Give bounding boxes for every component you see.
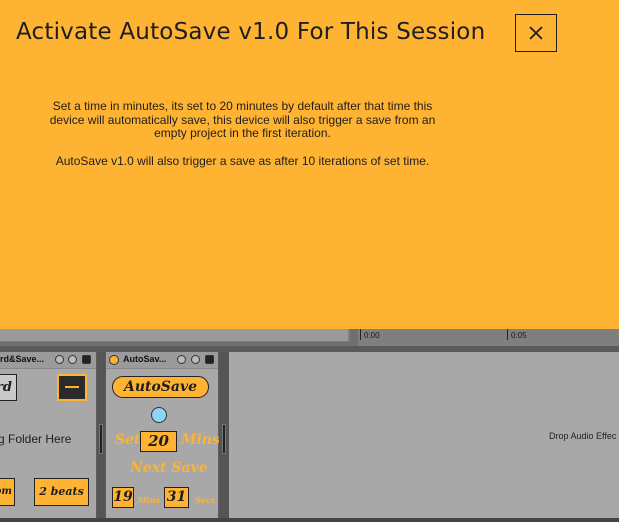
resize-handle[interactable]: [222, 424, 226, 454]
set-minutes-input[interactable]: 20: [140, 431, 177, 452]
description-paragraph-2: AutoSave v1.0 will also trigger a save a…: [55, 153, 430, 168]
beats-selector[interactable]: 2 beats: [34, 478, 89, 506]
resize-handle[interactable]: [99, 424, 103, 454]
time-ruler[interactable]: 0:00 0:05: [358, 329, 619, 346]
save-icon[interactable]: [205, 355, 214, 364]
fold-icon[interactable]: [55, 355, 64, 364]
minus-button[interactable]: [57, 374, 87, 401]
next-minutes-display: 19: [112, 487, 134, 508]
arrangement-timeline: 0:00 0:05: [0, 329, 619, 346]
device-power-icon[interactable]: [109, 355, 119, 365]
set-label: Set: [115, 432, 141, 448]
time-tick: 0:05: [507, 329, 527, 340]
mins-label: Mins: [181, 432, 220, 448]
record-save-device: rd&Save... rd g Folder Here om 2 beats: [0, 352, 96, 518]
bottom-edge: [0, 518, 619, 522]
zoom-button[interactable]: om: [0, 478, 15, 506]
device-header: rd&Save...: [0, 352, 96, 369]
fold-icon[interactable]: [177, 355, 186, 364]
device-header: AutoSav...: [106, 352, 218, 369]
next-mins-unit: Mins: [138, 495, 161, 505]
dialog-title: Activate AutoSave v1.0 For This Session: [16, 19, 486, 45]
status-led: [151, 407, 167, 423]
close-icon: [529, 26, 543, 40]
settings-icon[interactable]: [191, 355, 200, 364]
record-button[interactable]: rd: [0, 374, 17, 401]
scroll-region[interactable]: [0, 329, 350, 342]
device-name: rd&Save...: [0, 354, 45, 364]
folder-drop-zone[interactable]: g Folder Here: [0, 432, 71, 446]
device-divider: [219, 352, 229, 518]
save-icon[interactable]: [82, 355, 91, 364]
next-seconds-display: 31: [164, 487, 189, 508]
device-divider: [97, 352, 105, 518]
device-chain: rd&Save... rd g Folder Here om 2 beats A…: [0, 352, 619, 522]
next-secs-unit: Secs: [195, 495, 216, 505]
autosave-device: AutoSav... AutoSave Set 20 Mins Next Sav…: [106, 352, 220, 518]
dialog-description: Set a time in minutes, its set to 20 min…: [40, 99, 445, 182]
settings-icon[interactable]: [68, 355, 77, 364]
minus-icon: [65, 386, 79, 388]
autosave-dialog: Activate AutoSave v1.0 For This Session …: [0, 0, 619, 329]
close-button[interactable]: [515, 14, 557, 52]
device-name: AutoSav...: [123, 354, 167, 364]
time-tick: 0:00: [360, 329, 380, 340]
drop-hint: Drop Audio Effec: [549, 431, 617, 441]
next-save-label: Next Save: [130, 460, 208, 476]
autosave-button[interactable]: AutoSave: [112, 376, 209, 398]
description-paragraph-1: Set a time in minutes, its set to 20 min…: [49, 99, 436, 140]
audio-effect-drop-zone[interactable]: Drop Audio Effec: [229, 352, 619, 518]
